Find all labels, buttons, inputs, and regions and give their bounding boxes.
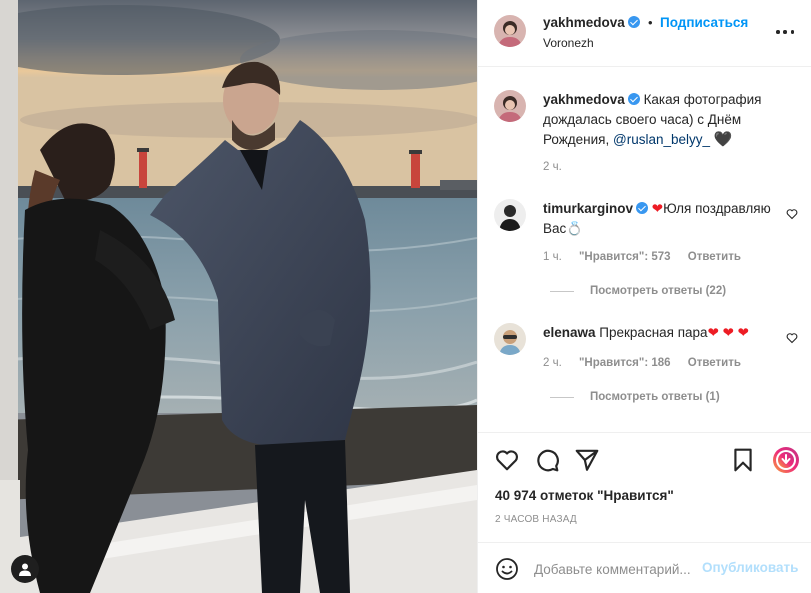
heart-icon[interactable] xyxy=(494,447,520,473)
location-link[interactable]: Voronezh xyxy=(543,36,594,50)
emoji-icon[interactable] xyxy=(495,557,519,581)
post-header: yakhmedova • Подписаться Voronezh xyxy=(478,0,811,67)
verified-icon xyxy=(627,93,640,105)
header-separator: • xyxy=(648,15,653,30)
caption-mention[interactable]: @ruslan_belyy_ xyxy=(613,132,710,147)
comment-meta-2: 2 ч. "Нравится": 186 Ответить xyxy=(543,357,755,369)
view-replies-button[interactable]: Посмотреть ответы (22) xyxy=(550,285,726,297)
comment-like-icon[interactable] xyxy=(786,332,798,344)
red-heart-emoji: ❤ xyxy=(651,201,664,216)
black-heart-emoji: 🖤 xyxy=(713,131,733,148)
author-avatar[interactable] xyxy=(494,15,526,47)
more-icon[interactable] xyxy=(776,22,794,42)
comment-meta-1: 1 ч. "Нравится": 573 Ответить xyxy=(543,251,755,263)
commenter-avatar[interactable] xyxy=(494,323,526,355)
post-timestamp[interactable]: 2 ЧАСОВ НАЗАД xyxy=(495,514,577,525)
comment-time[interactable]: 1 ч. xyxy=(543,251,562,263)
commenter-avatar[interactable] xyxy=(494,199,526,231)
verified-icon xyxy=(636,202,649,214)
comment-text-2: elenawa Прекрасная пара❤ ❤ ❤ xyxy=(543,323,773,343)
comment-likes[interactable]: "Нравится": 573 xyxy=(579,251,671,263)
caption-username[interactable]: yakhmedova xyxy=(543,92,625,107)
add-comment-bar: Опубликовать xyxy=(478,542,811,593)
reels-icon[interactable] xyxy=(772,446,800,474)
photo-image xyxy=(0,0,477,593)
view-replies-button[interactable]: Посмотреть ответы (1) xyxy=(550,391,720,403)
post-actions-bar xyxy=(478,432,811,486)
share-icon[interactable] xyxy=(574,447,600,473)
bookmark-icon[interactable] xyxy=(730,447,756,473)
comment-time[interactable]: 2 ч. xyxy=(543,357,562,369)
reply-button[interactable]: Ответить xyxy=(688,251,741,263)
comment-icon[interactable] xyxy=(534,447,560,473)
comment-text-1: timurkarginov ❤Юля поздравляю Вас💍 xyxy=(543,199,773,239)
post-photo[interactable] xyxy=(0,0,477,593)
caption-time[interactable]: 2 ч. xyxy=(543,161,562,173)
person-icon xyxy=(19,563,31,576)
tagged-users-button[interactable] xyxy=(11,555,39,583)
verified-icon xyxy=(627,16,640,28)
comment-username[interactable]: timurkarginov xyxy=(543,201,633,216)
author-username[interactable]: yakhmedova xyxy=(543,15,640,30)
ring-emoji: 💍 xyxy=(566,221,584,236)
publish-button[interactable]: Опубликовать xyxy=(702,560,798,575)
reply-button[interactable]: Ответить xyxy=(688,357,741,369)
comment-likes[interactable]: "Нравится": 186 xyxy=(579,357,671,369)
comment-input[interactable] xyxy=(534,557,702,581)
follow-button[interactable]: Подписаться xyxy=(660,15,748,30)
comment-username[interactable]: elenawa xyxy=(543,325,596,340)
post-side-panel: yakhmedova • Подписаться Voronezh yakhme… xyxy=(477,0,811,593)
post-caption: yakhmedova Какая фотография дождалась св… xyxy=(543,90,793,150)
comment-body: Прекрасная пара xyxy=(599,325,708,340)
caption-avatar[interactable] xyxy=(494,90,526,122)
red-hearts-emoji: ❤ ❤ ❤ xyxy=(707,325,749,340)
comment-like-icon[interactable] xyxy=(786,208,798,220)
likes-count[interactable]: 40 974 отметок "Нравится" xyxy=(495,488,674,503)
